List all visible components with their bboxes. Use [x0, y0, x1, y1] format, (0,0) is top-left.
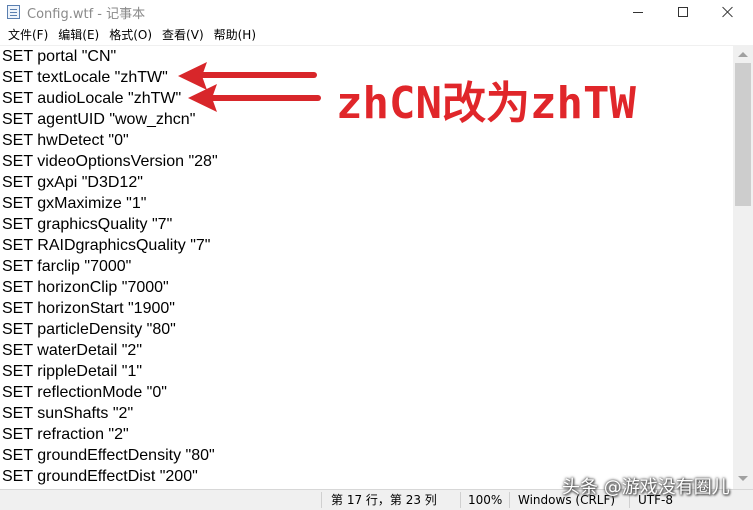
scroll-down-icon[interactable] — [738, 476, 748, 481]
title-bar[interactable]: Config.wtf - 记事本 — [0, 0, 753, 24]
text-line[interactable]: SET gxApi "D3D12" — [2, 172, 143, 193]
text-line[interactable]: SET graphicsQuality "7" — [2, 214, 172, 235]
text-line[interactable]: SET groundEffectDensity "80" — [2, 445, 215, 466]
text-line[interactable]: SET agentUID "wow_zhcn" — [2, 109, 195, 130]
text-line[interactable]: SET refraction "2" — [2, 424, 129, 445]
scrollbar-thumb[interactable] — [735, 63, 751, 206]
text-line[interactable]: SET waterDetail "2" — [2, 340, 142, 361]
menu-file[interactable]: 文件(F) — [3, 25, 53, 45]
text-line[interactable]: SET rippleDetail "1" — [2, 361, 142, 382]
cursor-position: 第 17 行，第 23 列 — [331, 493, 437, 507]
window-title: Config.wtf - 记事本 — [27, 7, 146, 22]
status-separator — [321, 492, 322, 508]
status-separator — [509, 492, 510, 508]
text-line[interactable]: SET sunShafts "2" — [2, 403, 133, 424]
watermark: 头条 @游戏没有圈儿 — [562, 477, 730, 498]
text-line[interactable]: SET videoOptionsVersion "28" — [2, 151, 218, 172]
close-icon — [722, 6, 734, 18]
text-line[interactable]: SET audioLocale "zhTW" — [2, 88, 181, 109]
text-line[interactable]: SET groundEffectDist "200" — [2, 466, 198, 487]
menu-help[interactable]: 帮助(H) — [209, 25, 261, 45]
scroll-up-icon[interactable] — [738, 52, 748, 57]
minimize-icon — [633, 11, 643, 13]
text-line[interactable]: SET RAIDgraphicsQuality "7" — [2, 235, 210, 256]
close-button[interactable] — [705, 0, 751, 24]
menu-view[interactable]: 查看(V) — [157, 25, 209, 45]
text-line[interactable]: SET horizonClip "7000" — [2, 277, 169, 298]
vertical-scrollbar[interactable] — [733, 46, 753, 489]
status-separator — [460, 492, 461, 508]
maximize-button[interactable] — [660, 0, 706, 24]
text-line[interactable]: SET textLocale "zhTW" — [2, 67, 168, 88]
annotation-label: zhCN改为zhTW — [336, 78, 636, 129]
text-line[interactable]: SET gxMaximize "1" — [2, 193, 146, 214]
menu-format[interactable]: 格式(O) — [104, 25, 157, 45]
text-line[interactable]: SET horizonStart "1900" — [2, 298, 175, 319]
text-line[interactable]: SET farclip "7000" — [2, 256, 131, 277]
notepad-icon — [7, 5, 20, 19]
text-line[interactable]: SET hwDetect "0" — [2, 130, 129, 151]
maximize-icon — [678, 7, 688, 17]
text-line[interactable]: SET particleDensity "80" — [2, 319, 176, 340]
minimize-button[interactable] — [615, 0, 661, 24]
text-line[interactable]: SET reflectionMode "0" — [2, 382, 167, 403]
zoom-level: 100% — [468, 493, 503, 507]
text-line[interactable]: SET portal "CN" — [2, 46, 116, 67]
menu-edit[interactable]: 编辑(E) — [53, 25, 104, 45]
menu-bar: 文件(F) 编辑(E) 格式(O) 查看(V) 帮助(H) — [0, 25, 753, 45]
